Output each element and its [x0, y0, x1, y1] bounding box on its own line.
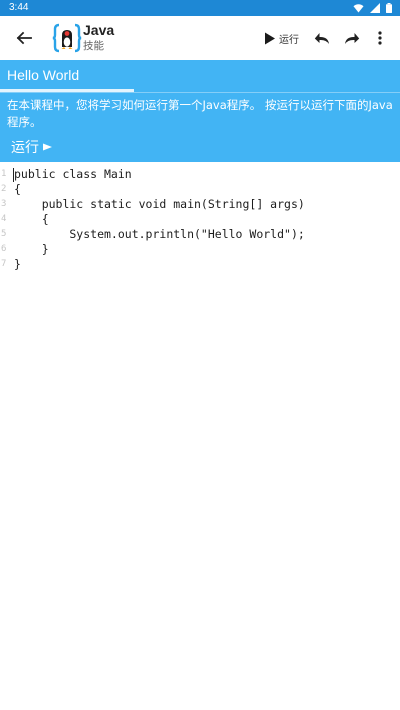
tab-hello-world[interactable]: Hello World — [0, 60, 134, 92]
redo-button[interactable] — [342, 28, 362, 48]
signal-icon — [370, 3, 380, 13]
code-line[interactable]: public class Main — [14, 167, 132, 181]
code-editor[interactable]: 1 2 3 4 5 6 7 public class Main { public… — [0, 166, 400, 710]
line-number: 4 — [1, 214, 7, 224]
lesson-description: 在本课程中，您将学习如何运行第一个Java程序。 按运行以运行下面的Java程序… — [7, 98, 393, 129]
line-number: 7 — [1, 259, 7, 269]
back-arrow-icon — [16, 31, 32, 45]
status-icons — [353, 3, 392, 13]
wifi-icon — [353, 4, 364, 13]
app-title: Java — [83, 22, 115, 38]
undo-button[interactable] — [312, 28, 332, 48]
line-number: 6 — [1, 244, 7, 254]
line-number: 5 — [1, 229, 7, 239]
back-button[interactable] — [12, 26, 36, 50]
code-line[interactable]: } — [14, 242, 49, 256]
code-line[interactable]: { — [14, 212, 49, 226]
run-link-label: 运行 — [11, 140, 39, 156]
status-bar: 3:44 — [0, 0, 400, 16]
code-line[interactable]: System.out.println("Hello World"); — [14, 227, 304, 241]
code-line[interactable]: public static void main(String[] args) — [14, 197, 305, 211]
redo-icon — [345, 32, 360, 44]
app-logo-icon — [52, 23, 82, 53]
line-number: 3 — [1, 199, 7, 209]
line-number: 1 — [1, 169, 7, 179]
more-vert-icon — [378, 31, 382, 45]
battery-icon — [386, 3, 392, 13]
line-number: 2 — [1, 184, 7, 194]
code-line[interactable]: } — [14, 257, 21, 271]
undo-icon — [314, 32, 329, 44]
lesson-divider — [0, 92, 400, 93]
triangle-right-icon — [43, 143, 52, 151]
play-icon — [265, 32, 275, 44]
tab-label: Hello World — [7, 67, 80, 83]
code-line[interactable]: { — [14, 182, 21, 196]
more-options-button[interactable] — [370, 28, 390, 48]
lesson-panel: Hello World 在本课程中，您将学习如何运行第一个Java程序。 按运行… — [0, 60, 400, 162]
run-link[interactable]: 运行 — [11, 137, 52, 157]
status-time: 3:44 — [9, 2, 29, 13]
app-bar: Java 技能 运行 — [0, 16, 400, 60]
run-button[interactable]: 运行 — [264, 28, 299, 48]
app-subtitle: 技能 — [83, 40, 104, 52]
run-button-label: 运行 — [279, 34, 299, 46]
